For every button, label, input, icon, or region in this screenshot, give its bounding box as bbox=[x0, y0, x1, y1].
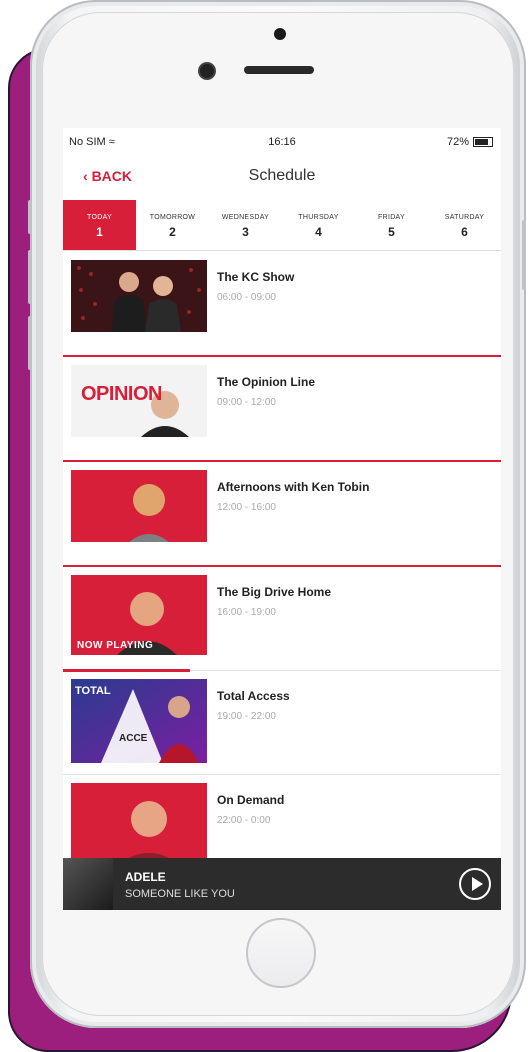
page-title: Schedule bbox=[248, 167, 316, 184]
camera-lens-icon bbox=[200, 64, 214, 78]
thumb-text-total: TOTAL bbox=[75, 685, 111, 697]
tab-today[interactable]: TODAY 1 bbox=[63, 200, 136, 250]
play-icon[interactable] bbox=[459, 868, 491, 900]
tab-friday[interactable]: FRIDAY 5 bbox=[355, 200, 428, 250]
show-title: The Opinion Line bbox=[217, 375, 315, 389]
show-title: On Demand bbox=[217, 793, 285, 807]
artist-name: ADELE bbox=[125, 870, 166, 884]
day-name: FRIDAY bbox=[378, 214, 405, 221]
show-thumbnail bbox=[71, 260, 207, 332]
host-photo-icon bbox=[71, 470, 207, 542]
song-title: SOMEONE LIKE YOU bbox=[125, 888, 235, 900]
day-tabs: TODAY 1 TOMORROW 2 WEDNESDAY 3 THURSDAY … bbox=[63, 200, 501, 251]
show-thumbnail: NOW PLAYING bbox=[71, 575, 207, 655]
earpiece-speaker bbox=[244, 66, 314, 74]
host-photo-icon bbox=[71, 783, 207, 867]
mini-player[interactable]: ADELE SOMEONE LIKE YOU bbox=[63, 858, 501, 910]
show-time: 22:00 - 0:00 bbox=[217, 815, 271, 826]
show-time: 06:00 - 09:00 bbox=[217, 292, 276, 303]
home-button[interactable] bbox=[246, 918, 316, 988]
mute-switch bbox=[28, 200, 32, 234]
show-title: The Big Drive Home bbox=[217, 585, 332, 599]
schedule-item-kc-show[interactable]: The KC Show 06:00 - 09:00 bbox=[63, 252, 501, 357]
show-thumbnail: OPINION bbox=[71, 365, 207, 437]
show-time: 12:00 - 16:00 bbox=[217, 502, 276, 513]
show-info: The Big Drive Home 16:00 - 19:00 bbox=[217, 585, 331, 618]
show-thumbnail: TOTAL ACCE bbox=[71, 679, 207, 763]
hosts-photo-icon bbox=[71, 260, 207, 332]
day-name: TOMORROW bbox=[149, 214, 196, 221]
volume-up-button bbox=[28, 250, 32, 304]
battery-status: 72% bbox=[447, 136, 493, 148]
day-number: 6 bbox=[461, 225, 468, 239]
schedule-item-afternoons[interactable]: Afternoons with Ken Tobin 12:00 - 16:00 bbox=[63, 462, 501, 567]
day-number: 5 bbox=[388, 225, 395, 239]
day-number: 3 bbox=[242, 225, 249, 239]
show-info: On Demand 22:00 - 0:00 bbox=[217, 793, 284, 826]
tab-thursday[interactable]: THURSDAY 4 bbox=[282, 200, 355, 250]
front-camera-dot bbox=[274, 28, 286, 40]
show-title: The KC Show bbox=[217, 270, 295, 284]
show-time: 09:00 - 12:00 bbox=[217, 397, 276, 408]
nav-bar: ‹ BACK Schedule bbox=[63, 158, 501, 198]
tab-saturday[interactable]: SATURDAY 6 bbox=[428, 200, 501, 250]
day-number: 4 bbox=[315, 225, 322, 239]
status-bar: No SIM ≈ 16:16 72% bbox=[63, 128, 501, 154]
day-name: THURSDAY bbox=[298, 214, 339, 221]
show-info: Total Access 19:00 - 22:00 bbox=[217, 689, 290, 722]
app-screen: No SIM ≈ 16:16 72% ‹ BACK Schedule TODAY… bbox=[63, 128, 501, 910]
show-title: Total Access bbox=[217, 689, 290, 703]
clock: 16:16 bbox=[268, 136, 296, 148]
day-number: 1 bbox=[96, 225, 103, 239]
volume-down-button bbox=[28, 316, 32, 370]
schedule-item-big-drive-home[interactable]: NOW PLAYING The Big Drive Home 16:00 - 1… bbox=[63, 567, 501, 672]
show-time: 19:00 - 22:00 bbox=[217, 711, 276, 722]
battery-percent: 72% bbox=[446, 136, 469, 148]
show-title: Afternoons with Ken Tobin bbox=[217, 480, 370, 494]
schedule-list: The KC Show 06:00 - 09:00 OPINION The Op… bbox=[63, 252, 501, 879]
tab-tomorrow[interactable]: TOMORROW 2 bbox=[136, 200, 209, 250]
opinion-logo-text: OPINION bbox=[81, 383, 162, 405]
tab-wednesday[interactable]: WEDNESDAY 3 bbox=[209, 200, 282, 250]
show-info: The KC Show 06:00 - 09:00 bbox=[217, 270, 294, 303]
show-time: 16:00 - 19:00 bbox=[217, 607, 276, 618]
day-name: TODAY bbox=[87, 214, 112, 221]
power-button bbox=[522, 220, 526, 290]
show-info: The Opinion Line 09:00 - 12:00 bbox=[217, 375, 315, 408]
schedule-item-opinion-line[interactable]: OPINION The Opinion Line 09:00 - 12:00 bbox=[63, 357, 501, 462]
day-number: 2 bbox=[169, 225, 176, 239]
thumb-text-access: ACCE bbox=[119, 733, 148, 744]
schedule-item-total-access[interactable]: TOTAL ACCE Total Access 19:00 - 22:00 bbox=[63, 671, 501, 775]
battery-icon bbox=[473, 137, 493, 147]
day-name: SATURDAY bbox=[444, 214, 485, 221]
show-thumbnail bbox=[71, 783, 207, 867]
show-thumbnail bbox=[71, 470, 207, 542]
show-info: Afternoons with Ken Tobin 12:00 - 16:00 bbox=[217, 480, 369, 513]
album-art bbox=[63, 858, 113, 910]
day-name: WEDNESDAY bbox=[221, 214, 270, 221]
now-playing-label: NOW PLAYING bbox=[77, 640, 154, 651]
